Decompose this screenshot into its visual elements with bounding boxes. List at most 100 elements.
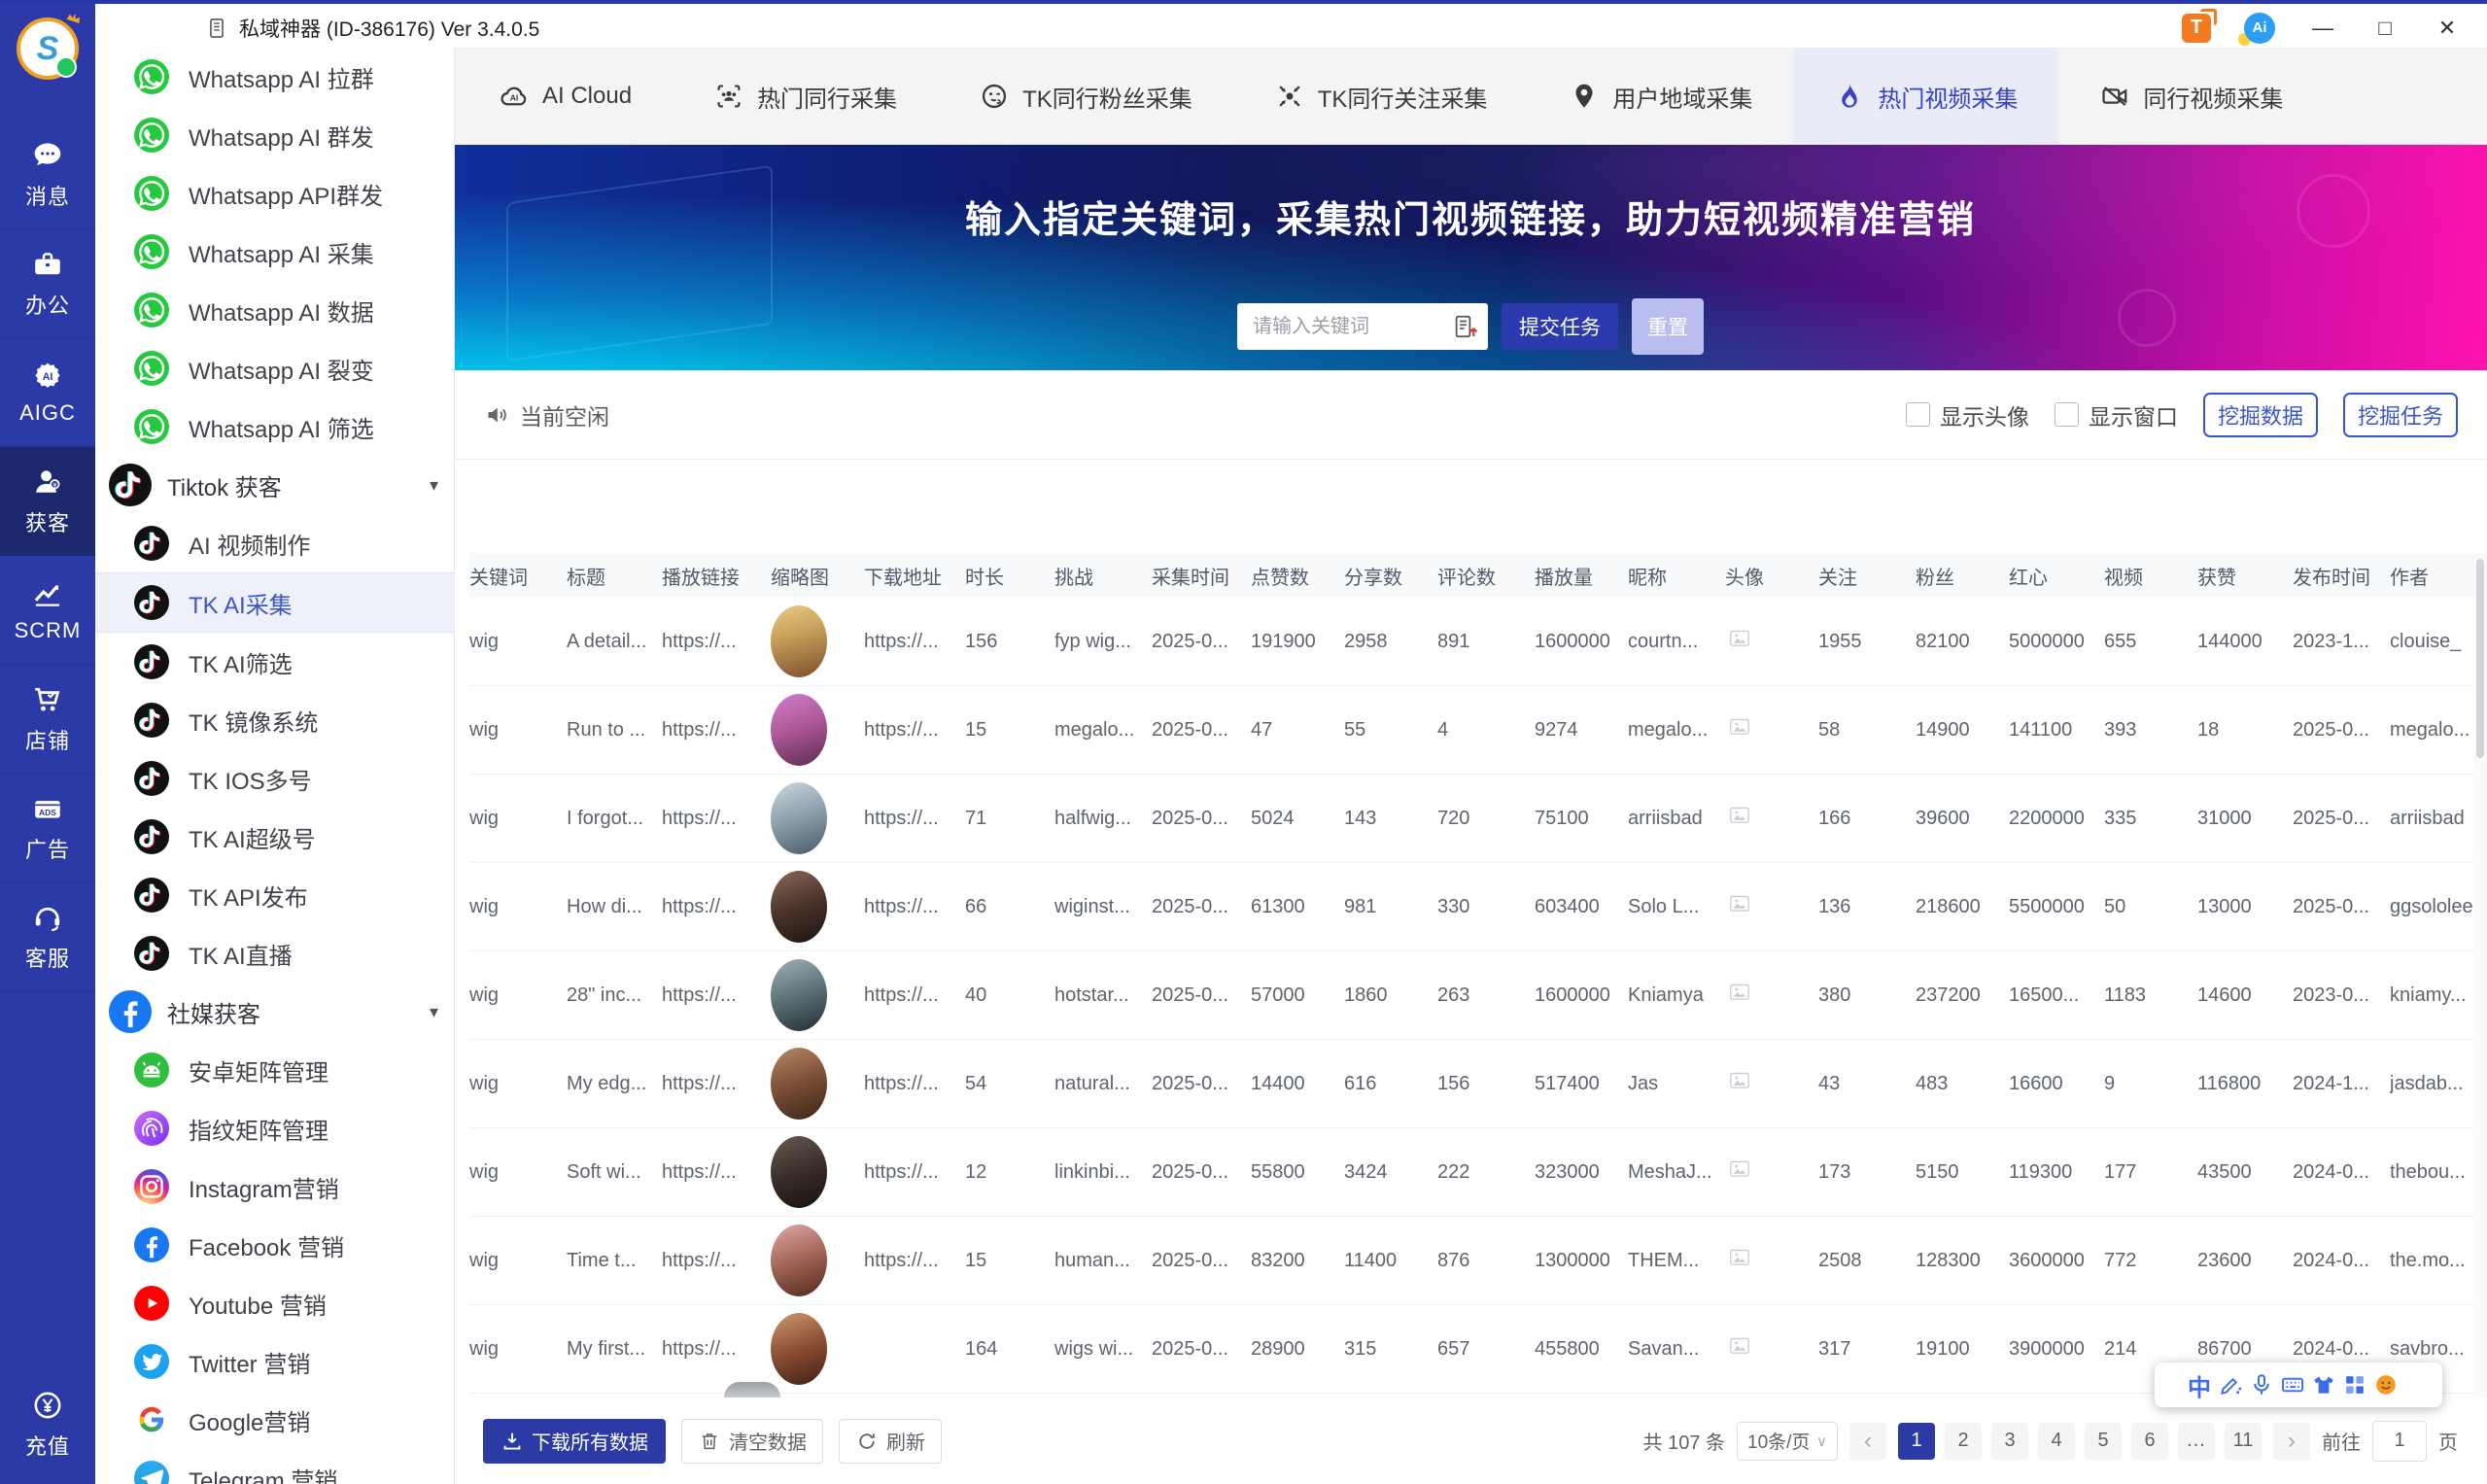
- cell-play-link[interactable]: https://...: [662, 896, 771, 918]
- clear-data-button[interactable]: 清空数据: [681, 1418, 823, 1464]
- prev-page-button[interactable]: ‹: [1849, 1422, 1886, 1460]
- cell-download-url[interactable]: https://...: [864, 896, 965, 918]
- rail-item[interactable]: 消息: [0, 121, 95, 229]
- handwriting-icon[interactable]: [2217, 1371, 2244, 1398]
- mine-data-button[interactable]: 挖掘数据: [2203, 392, 2318, 437]
- tab[interactable]: TK同行粉丝采集: [938, 48, 1233, 145]
- cell-download-url[interactable]: https://...: [864, 631, 965, 653]
- rail-item-recharge[interactable]: 充值: [0, 1370, 95, 1478]
- column-header[interactable]: 分享数: [1344, 562, 1437, 590]
- video-thumbnail[interactable]: [771, 782, 827, 854]
- column-header[interactable]: 标题: [567, 562, 662, 590]
- cell-thumbnail[interactable]: [771, 871, 864, 943]
- reset-button[interactable]: 重置: [1632, 298, 1704, 355]
- cell-thumbnail[interactable]: [771, 1136, 864, 1208]
- column-header[interactable]: 昵称: [1628, 562, 1725, 590]
- skin-icon[interactable]: [2310, 1371, 2337, 1398]
- sidebar-item[interactable]: Whatsapp AI 数据 ▾: [95, 281, 454, 339]
- submit-doc-icon[interactable]: [1451, 312, 1480, 341]
- video-thumbnail[interactable]: [771, 694, 827, 766]
- cell-download-url[interactable]: https://...: [864, 719, 965, 742]
- checkbox-icon[interactable]: [1906, 402, 1930, 427]
- cell-thumbnail[interactable]: [771, 605, 864, 677]
- page-button[interactable]: 1: [1898, 1422, 1935, 1460]
- sidebar-item[interactable]: Whatsapp AI 群发 ▾: [95, 106, 454, 164]
- keyboard-icon[interactable]: [2279, 1371, 2306, 1398]
- sidebar-item[interactable]: 社媒获客 ▾: [95, 983, 454, 1041]
- cell-download-url[interactable]: https://...: [864, 808, 965, 830]
- column-header[interactable]: 发布时间: [2293, 562, 2390, 590]
- cell-play-link[interactable]: https://...: [662, 1161, 771, 1184]
- table-row[interactable]: wig How di... https://... https://... 66…: [469, 863, 2473, 951]
- cell-download-url[interactable]: https://...: [864, 984, 965, 1007]
- cell-play-link[interactable]: https://...: [662, 631, 771, 653]
- cell-thumbnail[interactable]: [771, 1313, 864, 1385]
- rail-item[interactable]: 店铺: [0, 665, 95, 774]
- sidebar-item[interactable]: TK AI直播 ▾: [95, 924, 454, 983]
- sidebar-item[interactable]: TK IOS多号 ▾: [95, 749, 454, 808]
- column-header[interactable]: 关键词: [469, 562, 567, 590]
- page-button[interactable]: ...: [2178, 1422, 2215, 1460]
- table-row[interactable]: wig Run to ... https://... https://... 1…: [469, 686, 2473, 775]
- sidebar-item[interactable]: Instagram营销 ▾: [95, 1157, 454, 1216]
- minimize-button[interactable]: —: [2308, 16, 2337, 41]
- video-thumbnail[interactable]: [771, 1136, 827, 1208]
- column-header[interactable]: 时长: [965, 562, 1054, 590]
- column-header[interactable]: 采集时间: [1152, 562, 1251, 590]
- sidebar-item[interactable]: TK 镜像系统 ▾: [95, 691, 454, 749]
- column-header[interactable]: 获赞: [2197, 562, 2293, 590]
- show-window-checkbox[interactable]: 显示窗口: [2055, 398, 2178, 431]
- sidebar-item[interactable]: Whatsapp AI 裂变 ▾: [95, 339, 454, 397]
- column-header[interactable]: 作者: [2390, 562, 2473, 590]
- sidebar-item[interactable]: Youtube 营销 ▾: [95, 1274, 454, 1332]
- tab[interactable]: 热门同行采集: [673, 48, 938, 145]
- table-row[interactable]: wig 28" inc... https://... https://... 4…: [469, 951, 2473, 1040]
- sidebar-item[interactable]: Whatsapp API群发 ▾: [95, 164, 454, 223]
- page-button[interactable]: 3: [1991, 1422, 2028, 1460]
- cell-play-link[interactable]: https://...: [662, 719, 771, 742]
- video-thumbnail[interactable]: [771, 1225, 827, 1296]
- checkbox-icon[interactable]: [2055, 402, 2079, 427]
- sidebar-item[interactable]: AI 视频制作 ▾: [95, 514, 454, 572]
- goto-page-input[interactable]: [2372, 1420, 2427, 1462]
- page-button[interactable]: 6: [2131, 1422, 2168, 1460]
- rail-item[interactable]: 办公: [0, 229, 95, 338]
- video-thumbnail[interactable]: [771, 1048, 827, 1120]
- page-button[interactable]: 2: [1945, 1422, 1982, 1460]
- sidebar-item[interactable]: Whatsapp AI 采集 ▾: [95, 223, 454, 281]
- maximize-button[interactable]: □: [2370, 16, 2400, 41]
- table-row[interactable]: wig I forgot... https://... https://... …: [469, 775, 2473, 863]
- sidebar-item[interactable]: Whatsapp AI 筛选 ▾: [95, 397, 454, 456]
- column-header[interactable]: 红心: [2009, 562, 2104, 590]
- close-button[interactable]: ✕: [2433, 16, 2462, 41]
- cell-thumbnail[interactable]: [771, 782, 864, 854]
- page-size-select[interactable]: 10条/页 ∨: [1737, 1421, 1838, 1461]
- column-header[interactable]: 缩略图: [771, 562, 864, 590]
- tab[interactable]: 用户地域采集: [1528, 48, 1793, 145]
- table-row[interactable]: wig Time t... https://... https://... 15…: [469, 1217, 2473, 1305]
- column-header[interactable]: 视频: [2104, 562, 2197, 590]
- rail-item[interactable]: SCRM: [0, 556, 95, 665]
- page-button[interactable]: 4: [2038, 1422, 2075, 1460]
- cell-thumbnail[interactable]: [771, 959, 864, 1031]
- toolbox-icon[interactable]: [2341, 1371, 2368, 1398]
- cell-play-link[interactable]: https://...: [662, 984, 771, 1007]
- rail-item[interactable]: 广告: [0, 774, 95, 882]
- scrollbar-thumb[interactable]: [2476, 559, 2484, 758]
- translate-tool-icon[interactable]: [2182, 8, 2217, 43]
- sidebar-item[interactable]: Twitter 营销 ▾: [95, 1332, 454, 1391]
- sidebar-item[interactable]: TK AI采集 ▾: [95, 572, 454, 633]
- page-button[interactable]: 5: [2085, 1422, 2122, 1460]
- cell-thumbnail[interactable]: [771, 694, 864, 766]
- cell-download-url[interactable]: https://...: [864, 1250, 965, 1272]
- chevron-down-icon[interactable]: ▾: [430, 475, 438, 496]
- microphone-icon[interactable]: [2248, 1371, 2275, 1398]
- video-thumbnail[interactable]: [771, 1313, 827, 1385]
- column-header[interactable]: 点赞数: [1251, 562, 1344, 590]
- sidebar-item[interactable]: TK API发布 ▾: [95, 866, 454, 924]
- table-row[interactable]: wig A detail... https://... https://... …: [469, 598, 2473, 686]
- emoji-icon[interactable]: [2372, 1371, 2400, 1398]
- tab[interactable]: 同行视频采集: [2058, 48, 2324, 145]
- cell-download-url[interactable]: https://...: [864, 1073, 965, 1095]
- column-header[interactable]: 挑战: [1054, 562, 1152, 590]
